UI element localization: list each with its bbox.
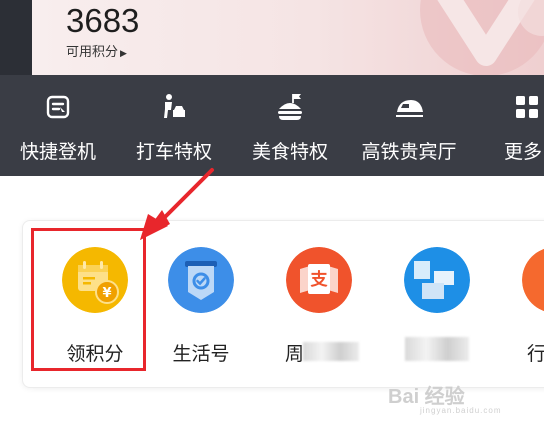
tag-check-icon [168,247,234,313]
coupon-icon: 支 [286,247,352,313]
weekly-coupon-service[interactable]: 支 周 [269,221,369,389]
train-vip-lounge-label: 高铁贵宾厅 [361,141,457,163]
card-logo-decoration [420,0,544,75]
watermark-subtext: jingyan.baidu.com [420,406,502,415]
points-label-text: 可用积分 [66,45,119,60]
boarding-pass-icon [46,95,70,119]
life-account-service[interactable]: 生活号 [151,221,251,389]
caret-right-icon: ▶ [120,49,127,59]
blurred-icon [404,247,470,313]
grid-icon [516,96,538,118]
svg-text:支: 支 [311,269,329,290]
travel-service[interactable]: 行 [505,221,544,389]
points-card[interactable]: 3683 可用积分 ▶ [32,0,544,75]
watermark-text: Bai 经验 [388,386,465,408]
blurred-text [405,337,469,361]
taxi-privilege-button[interactable]: 打车特权 [116,75,232,176]
taxi-privilege-label: 打车特权 [135,141,212,163]
more-label: 更多 [504,141,543,163]
quick-actions-bar: 快捷登机 打车特权 美食特权 高铁贵宾厅 更多 [0,75,544,176]
watermark-logo: Bai 经验 jingyan.baidu.com [388,380,538,420]
points-label-link[interactable]: 可用积分 ▶ [66,41,127,60]
blurred-text [303,342,359,361]
quick-boarding-button[interactable]: 快捷登机 [0,75,116,176]
highlight-box [31,228,146,371]
food-privilege-label: 美食特权 [251,141,328,163]
burger-flag-icon [278,94,302,120]
travel-label: 行 [527,343,544,365]
train-vip-lounge-button[interactable]: 高铁贵宾厅 [348,75,470,176]
more-button[interactable]: 更多 [490,75,544,176]
orange-icon [522,248,544,312]
points-value: 3683 [66,2,140,39]
blurred-service[interactable] [387,221,487,389]
quick-boarding-label: 快捷登机 [19,141,96,163]
life-account-label: 生活号 [172,343,230,365]
screen: { "points": { "value": "3683", "label": … [0,0,544,438]
left-dark-strip [0,0,32,75]
taxi-person-icon [164,94,185,118]
bullet-train-icon [396,100,423,117]
food-privilege-button[interactable]: 美食特权 [232,75,348,176]
